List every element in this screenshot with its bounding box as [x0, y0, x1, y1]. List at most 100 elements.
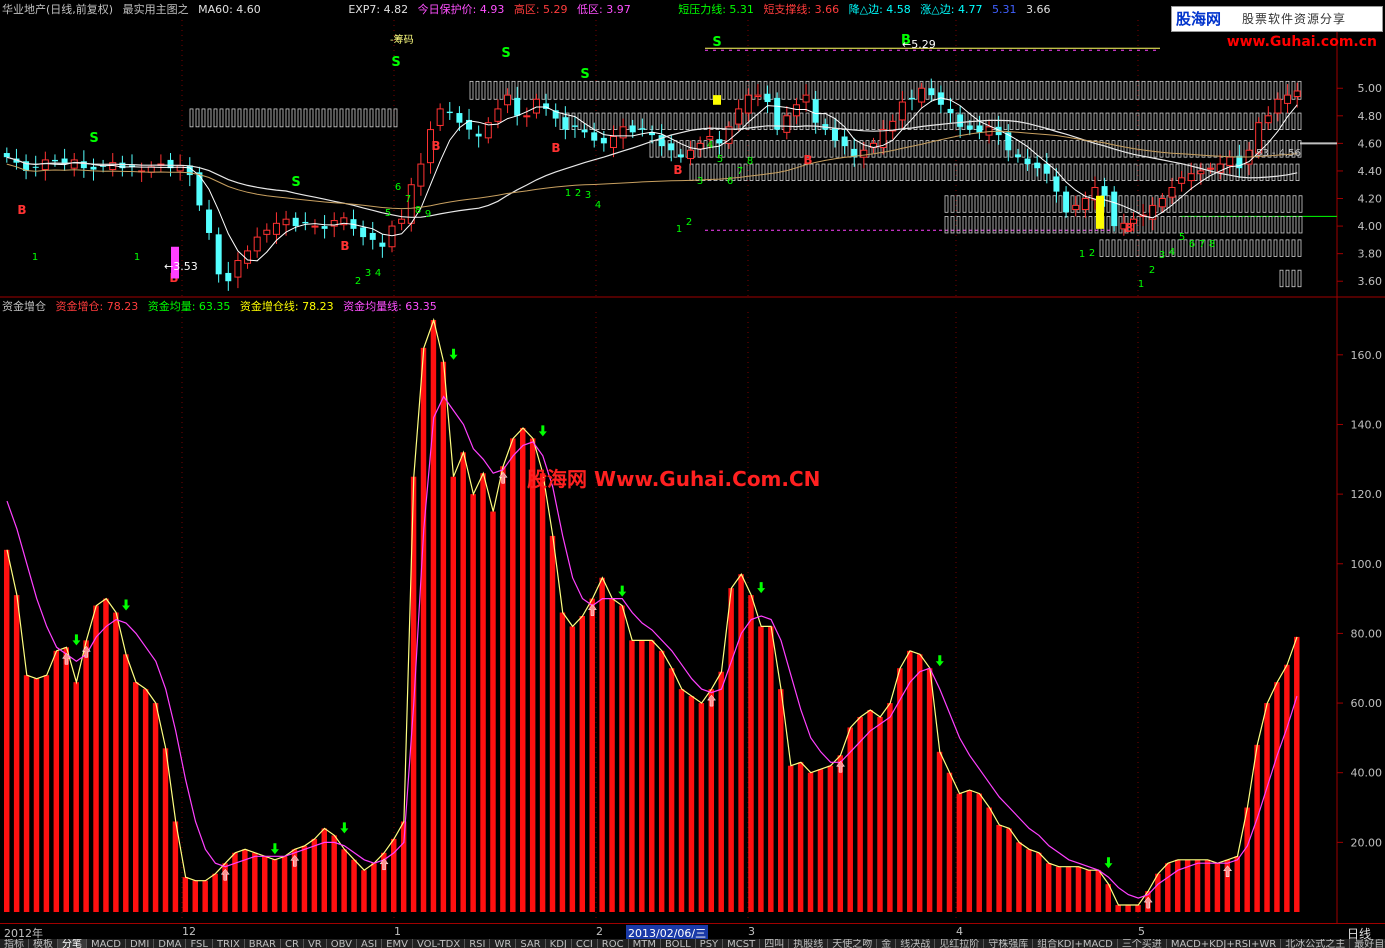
capital-bar: [1254, 744, 1260, 912]
wave-count: 1: [676, 224, 682, 235]
indicator-tab[interactable]: 分笔: [58, 939, 87, 948]
indicator-tab[interactable]: MCST: [723, 939, 761, 948]
low-price-label: ←3.53: [164, 260, 198, 273]
indicator-tab[interactable]: EMV: [382, 939, 413, 948]
indicator-tab[interactable]: SAR: [516, 939, 546, 948]
extra-value-2: 3.66: [1025, 3, 1051, 16]
price-tick-label: 5.00: [1358, 82, 1383, 95]
capital-bar: [1165, 863, 1171, 912]
indicator-tab[interactable]: RSI: [465, 939, 491, 948]
indicator-tab[interactable]: CCI: [572, 939, 598, 948]
indicator-tab[interactable]: 模板: [29, 939, 58, 948]
indicator-tab[interactable]: DMA: [154, 939, 187, 948]
candle-body-down: [976, 125, 983, 133]
capital-bar: [946, 772, 953, 912]
capital-bar: [142, 689, 149, 912]
indicator-tab[interactable]: 三个买进: [1118, 939, 1167, 948]
indicator-tab[interactable]: 组合KDJ+MACD: [1033, 939, 1118, 948]
indicator-tab[interactable]: MACD+KDJ+RSI+WR: [1167, 939, 1282, 948]
candle-body-down: [369, 232, 376, 240]
indicator-tab[interactable]: PSY: [696, 939, 724, 948]
capital-bar: [440, 361, 447, 913]
indicator-tab[interactable]: MTM: [629, 939, 661, 948]
wave-count: 1: [32, 252, 38, 263]
indicator-tab[interactable]: 四叫: [760, 939, 790, 948]
indicator-tab[interactable]: BOLL: [661, 939, 696, 948]
capital-bar: [1135, 905, 1141, 912]
candle-body-up: [244, 250, 252, 264]
indicator-tab[interactable]: 执股线: [789, 939, 829, 948]
wave-count: 2: [1089, 248, 1095, 259]
candle-body-down: [475, 133, 482, 137]
candle-body-down: [812, 99, 819, 123]
capital-bar: [480, 473, 486, 912]
stock-name: 华业地产(日线,前复权): [2, 3, 114, 16]
indicator-tab[interactable]: 最好自动画线: [1350, 939, 1385, 948]
indicator-tab[interactable]: OBV: [327, 939, 357, 948]
indicator-tab[interactable]: VR: [304, 939, 327, 948]
indicator-tab[interactable]: VOL-TDX: [413, 939, 466, 948]
capital-bar: [778, 689, 784, 912]
indicator-tabs[interactable]: 指标 模板 分笔 MACD DMI DMA FSL TRIX BRAR CR VR OBV ASI EMV…: [0, 939, 1385, 948]
indicator-tab[interactable]: FSL: [186, 939, 213, 948]
indicator-tab[interactable]: 指标: [0, 939, 29, 948]
capital-bar: [212, 873, 218, 912]
candle-body-up: [70, 159, 78, 169]
indicator-tab[interactable]: 北冰公式之主: [1281, 939, 1351, 948]
candle-body-up: [272, 222, 280, 235]
wave-count: 2: [575, 188, 581, 199]
candle-body-up: [898, 101, 906, 121]
indicator-tab[interactable]: DMI: [126, 939, 155, 948]
wave-count: 1: [1079, 249, 1085, 260]
indicator-tab[interactable]: 线决战: [896, 939, 936, 948]
indicator-tab[interactable]: CR: [281, 939, 304, 948]
time-axis[interactable]: 2012年 12 1 2 2013/02/06/三 3 4 5: [0, 923, 1385, 941]
candle-body-down: [658, 135, 665, 147]
capital-bar: [579, 616, 586, 912]
candle-body-down: [571, 125, 578, 127]
candle-body-down: [716, 139, 723, 144]
capital-bar: [371, 863, 377, 912]
candle-body-up: [609, 135, 617, 149]
candle-body-up: [860, 149, 868, 158]
candle-body-down: [928, 88, 935, 96]
candle-body-down: [677, 154, 684, 158]
indicator-tab[interactable]: BRAR: [245, 939, 281, 948]
extra-value-1: 5.31: [991, 3, 1017, 16]
capital-bar: [966, 790, 973, 912]
capital-bar: [182, 877, 189, 912]
candle-body-down: [292, 217, 299, 227]
indicator-tab[interactable]: ASI: [357, 939, 383, 948]
indicator-tab[interactable]: 金: [877, 939, 897, 948]
wave-count: 7: [405, 194, 411, 205]
indicator-tab[interactable]: WR: [490, 939, 517, 948]
sell-signal: S: [391, 55, 400, 70]
indicator-tab[interactable]: 天使之吻: [828, 939, 878, 948]
indicator-tab[interactable]: 见红拉阶: [935, 939, 985, 948]
indicator-tab[interactable]: TRIX: [213, 939, 245, 948]
capital-bar: [1194, 859, 1201, 912]
capital-bar: [1036, 852, 1042, 912]
time-axis-label: 2: [596, 925, 603, 938]
candle-body-down: [379, 242, 386, 247]
capital-bar: [529, 438, 536, 912]
wave-count: 5: [717, 154, 723, 165]
capital-bar: [867, 710, 873, 912]
indicator-tab[interactable]: MACD: [87, 939, 126, 948]
capital-bar: [1284, 664, 1290, 912]
short-press-line: 短压力线: 5.31: [678, 3, 754, 16]
indicator-tab[interactable]: ROC: [598, 939, 629, 948]
capital-bar: [658, 650, 665, 912]
candle-body-down: [1111, 191, 1118, 227]
candle-body-down: [90, 166, 97, 170]
capital-bar: [589, 598, 595, 912]
candle-body-up: [783, 115, 791, 133]
candle-body-up: [417, 163, 425, 187]
indicator-tab[interactable]: KDJ: [546, 939, 572, 948]
candle-body-down: [1053, 176, 1060, 192]
capital-bar: [569, 626, 576, 912]
indicator-tab[interactable]: 守株强库: [984, 939, 1034, 948]
price-tick-label: 4.80: [1358, 110, 1383, 123]
capital-bar: [986, 807, 992, 912]
candle-body-down: [764, 93, 771, 103]
